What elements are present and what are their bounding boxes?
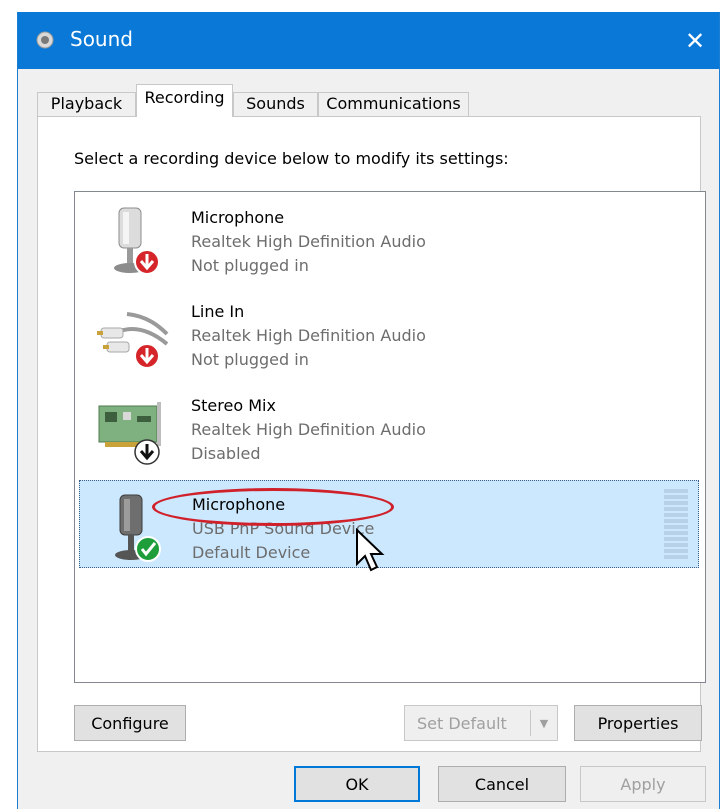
tab-sounds[interactable]: Sounds (233, 92, 318, 116)
close-button[interactable]: ✕ (671, 12, 719, 69)
device-status: Not plugged in (191, 256, 309, 275)
level-meter (664, 489, 688, 559)
properties-button[interactable]: Properties (574, 705, 702, 741)
tab-communications[interactable]: Communications (318, 92, 469, 116)
device-driver: Realtek High Definition Audio (191, 420, 426, 439)
ok-button[interactable]: OK (294, 766, 420, 802)
instruction-text: Select a recording device below to modif… (74, 149, 509, 168)
configure-button[interactable]: Configure (74, 705, 186, 741)
apply-button[interactable]: Apply (580, 766, 706, 802)
device-status: Default Device (192, 543, 311, 562)
black-down-arrow-badge (134, 439, 160, 465)
device-item-stereo-mix[interactable]: Stereo Mix Realtek High Definition Audio… (79, 382, 699, 470)
red-down-arrow-badge (134, 249, 160, 275)
chevron-down-icon[interactable]: ▼ (530, 710, 557, 736)
red-down-arrow-badge (134, 343, 160, 369)
recording-panel: Select a recording device below to modif… (37, 116, 706, 752)
device-item-microphone-realtek[interactable]: Microphone Realtek High Definition Audio… (79, 194, 699, 282)
microphone-icon (115, 494, 161, 562)
device-name: Line In (191, 302, 245, 321)
device-status: Disabled (191, 444, 261, 463)
device-driver: USB PnP Sound Device (192, 519, 375, 538)
device-name: Microphone (191, 208, 285, 227)
device-status: Not plugged in (191, 350, 309, 369)
set-default-button[interactable]: Set Default ▼ (404, 705, 558, 741)
tab-playback[interactable]: Playback (37, 92, 136, 116)
device-name: Microphone (192, 495, 286, 514)
tab-recording[interactable]: Recording (136, 84, 233, 117)
sound-dialog: Sound ✕ Playback Recording Sounds Commun… (17, 12, 720, 809)
set-default-label: Set Default (417, 713, 507, 733)
rca-cable-icon (97, 312, 169, 369)
sound-card-icon (98, 402, 161, 465)
device-list[interactable]: Microphone Realtek High Definition Audio… (74, 191, 706, 683)
device-item-line-in[interactable]: Line In Realtek High Definition Audio No… (79, 288, 699, 376)
green-check-badge (135, 536, 161, 562)
microphone-icon (114, 207, 160, 275)
speaker-icon (36, 31, 54, 49)
device-name: Stereo Mix (191, 396, 276, 415)
cancel-button[interactable]: Cancel (438, 766, 566, 802)
window-title: Sound (70, 27, 133, 51)
title-bar: Sound ✕ (18, 12, 719, 69)
device-driver: Realtek High Definition Audio (191, 232, 426, 251)
close-icon: ✕ (684, 26, 706, 55)
device-item-microphone-usb[interactable]: Microphone USB PnP Sound Device Default … (79, 480, 699, 568)
device-driver: Realtek High Definition Audio (191, 326, 426, 345)
